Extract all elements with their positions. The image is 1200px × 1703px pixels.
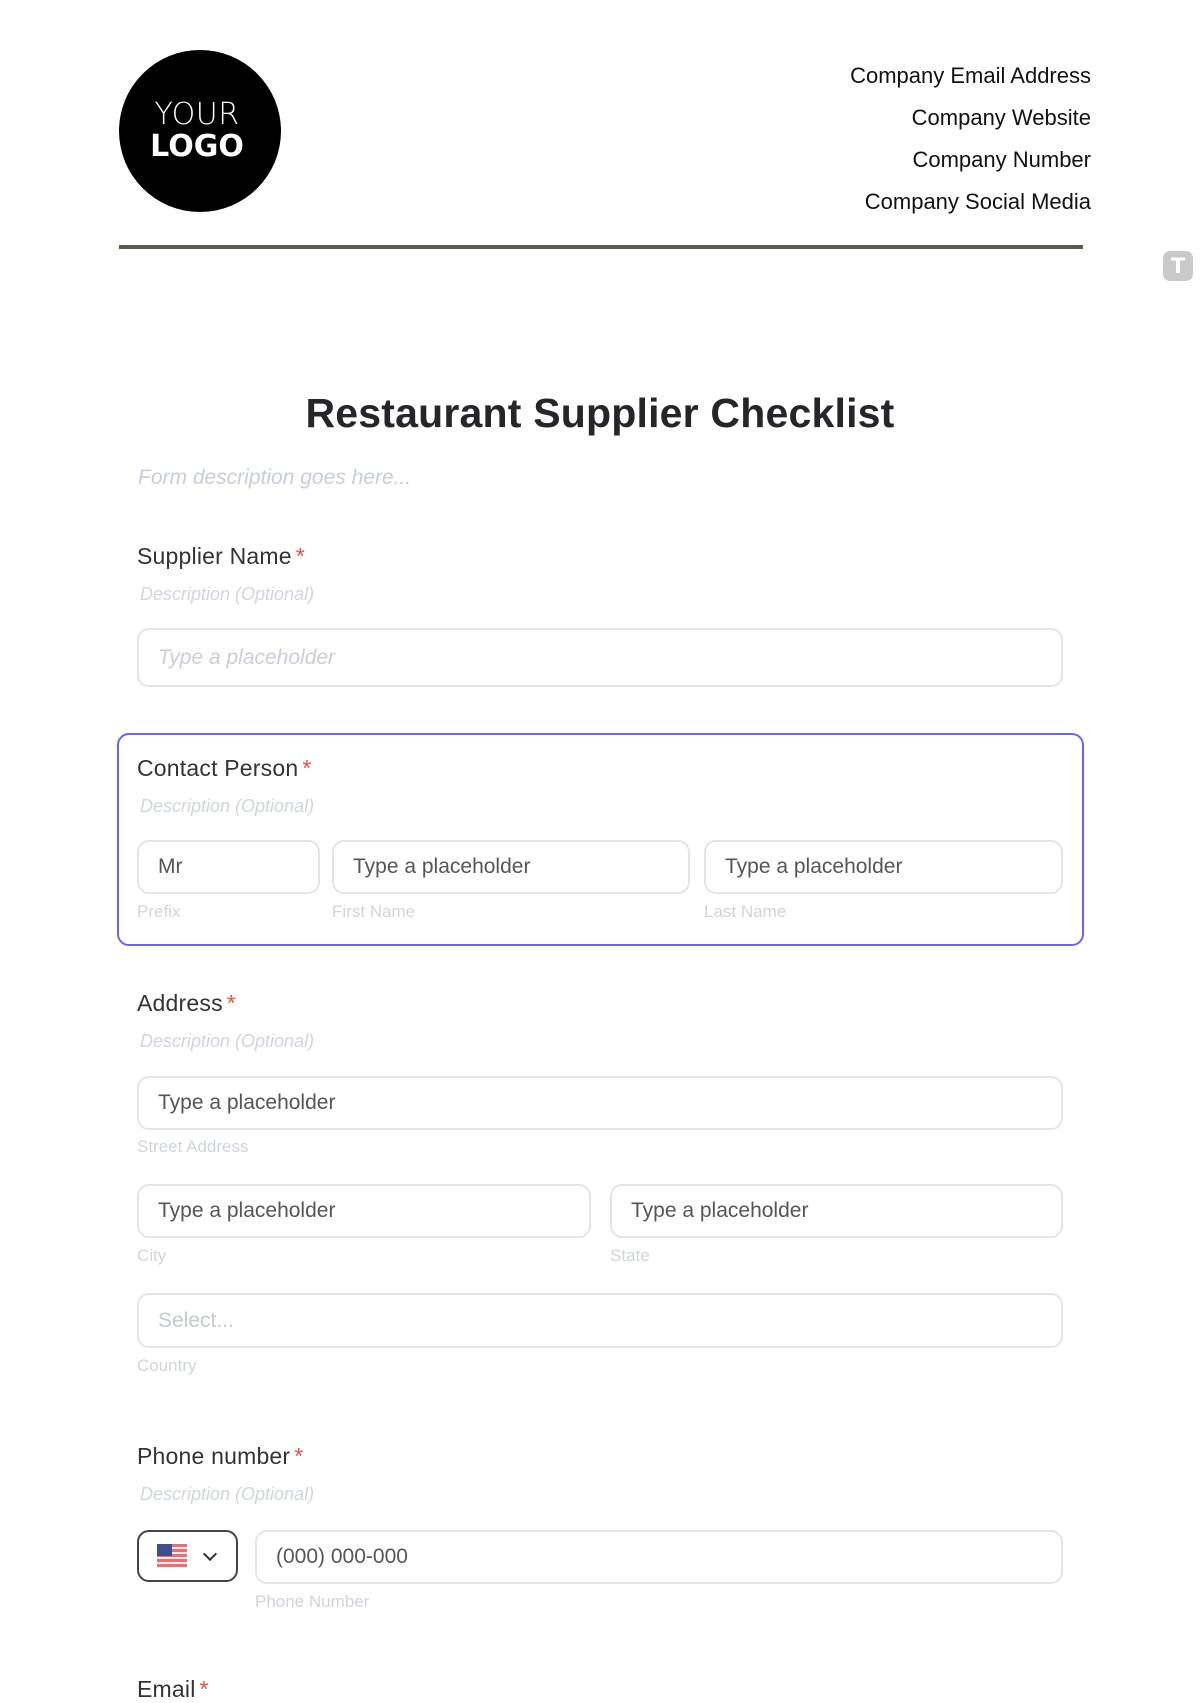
form-description[interactable]: Form description goes here...	[138, 466, 411, 490]
state-input[interactable]: Type a placeholder	[610, 1184, 1063, 1238]
field-label: Contact Person	[137, 755, 299, 781]
required-marker: *	[302, 755, 312, 781]
supplier-name-input[interactable]: Type a placeholder	[137, 628, 1063, 687]
last-name-input[interactable]: Type a placeholder	[704, 840, 1063, 894]
chevron-down-icon	[202, 1546, 218, 1561]
text-tool-icon[interactable]: T	[1163, 251, 1193, 281]
street-address-sublabel: Street Address	[137, 1137, 249, 1156]
state-sublabel: State	[610, 1246, 650, 1265]
required-marker: *	[226, 990, 236, 1016]
field-label: Phone number	[137, 1443, 291, 1469]
required-marker: *	[199, 1676, 209, 1702]
field-phone: Phone number * Description (Optional)	[137, 1443, 1067, 1505]
logo-line-1: YOUR	[154, 97, 240, 132]
city-input[interactable]: Type a placeholder	[137, 1184, 591, 1238]
field-description[interactable]: Description (Optional)	[140, 584, 1067, 605]
company-social-media: Company Social Media	[864, 189, 1091, 214]
phone-number-sublabel: Phone Number	[255, 1592, 370, 1611]
field-label: Supplier Name	[137, 543, 292, 569]
first-name-sublabel: First Name	[332, 902, 416, 921]
field-address: Address * Description (Optional)	[137, 990, 1067, 1052]
city-sublabel: City	[137, 1246, 167, 1265]
company-website: Company Website	[911, 105, 1091, 130]
field-description[interactable]: Description (Optional)	[140, 796, 1067, 817]
company-logo: YOUR LOGO	[119, 50, 281, 212]
field-label: Address	[137, 990, 223, 1016]
prefix-sublabel: Prefix	[137, 902, 181, 921]
logo-line-2: LOGO	[150, 129, 244, 164]
company-email: Company Email Address	[850, 63, 1091, 88]
phone-number-input[interactable]: (000) 000-000	[255, 1530, 1063, 1584]
form-title[interactable]: Restaurant Supplier Checklist	[0, 390, 1200, 437]
company-info: Company Email Address Company Website Co…	[850, 55, 1091, 223]
country-sublabel: Country	[137, 1356, 197, 1375]
street-address-input[interactable]: Type a placeholder	[137, 1076, 1063, 1130]
required-marker: *	[295, 543, 305, 569]
required-marker: *	[294, 1443, 304, 1469]
prefix-input[interactable]: Mr	[137, 840, 320, 894]
field-description[interactable]: Description (Optional)	[140, 1484, 1067, 1505]
country-select[interactable]: Select...	[137, 1293, 1063, 1348]
first-name-input[interactable]: Type a placeholder	[332, 840, 690, 894]
field-contact-person: Contact Person * Description (Optional)	[137, 755, 1067, 817]
last-name-sublabel: Last Name	[704, 902, 787, 921]
header-divider	[119, 245, 1083, 249]
field-supplier-name: Supplier Name * Description (Optional)	[137, 543, 1067, 605]
us-flag-icon	[157, 1544, 187, 1568]
company-number: Company Number	[912, 147, 1091, 172]
field-label: Email	[137, 1676, 196, 1702]
field-description[interactable]: Description (Optional)	[140, 1031, 1067, 1052]
phone-country-select[interactable]	[137, 1530, 238, 1582]
field-email: Email *	[137, 1676, 1067, 1703]
